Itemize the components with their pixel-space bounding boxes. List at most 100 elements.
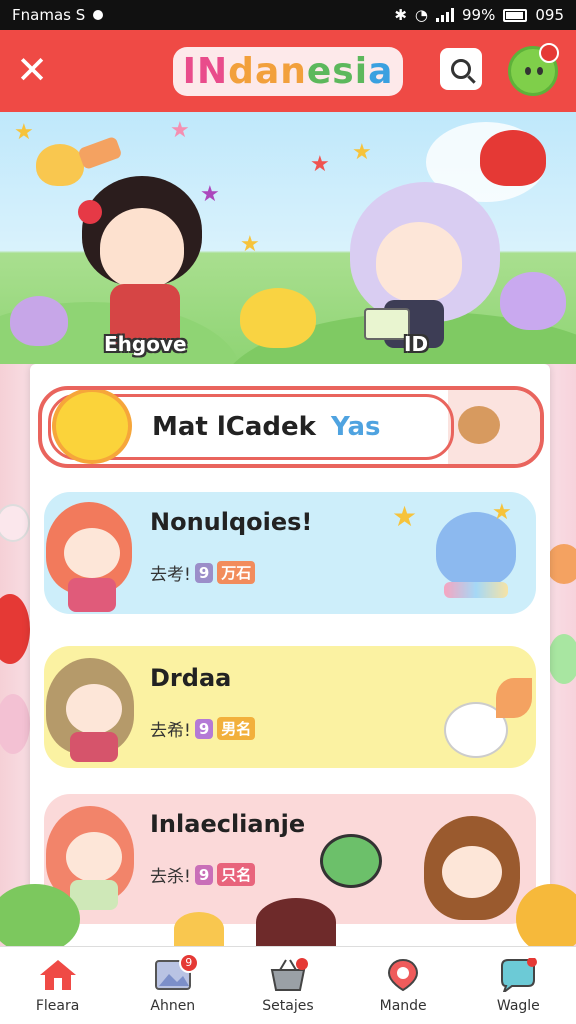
- clock: 095: [535, 6, 564, 24]
- card-meta: 去考! 9 万石: [150, 560, 256, 585]
- title-part: IN: [182, 50, 229, 92]
- star-icon: ★: [170, 118, 190, 143]
- chat-icon: [498, 956, 538, 995]
- battery-icon: [503, 8, 528, 22]
- star-icon: ★: [240, 232, 260, 257]
- nav-location[interactable]: Mande: [353, 947, 453, 1024]
- character-face: [442, 846, 502, 898]
- character-face: [66, 684, 122, 734]
- title-part: esi: [306, 50, 369, 92]
- nav-label: Ahnen: [150, 997, 196, 1014]
- wifi-icon: ◔: [414, 6, 429, 24]
- character-face: [64, 528, 120, 578]
- star-icon: ★: [492, 500, 512, 525]
- app-title: INdanesia: [172, 46, 404, 96]
- hair-bow-icon: [78, 200, 102, 224]
- banner-label-left: Ehgove: [104, 332, 187, 356]
- mascot-purple-cat-icon: [500, 272, 566, 330]
- mascot-bear-icon: [10, 296, 68, 346]
- signal-icon: [436, 8, 455, 22]
- close-icon[interactable]: ✕: [14, 51, 50, 89]
- search-button[interactable]: [440, 48, 482, 90]
- nav-chat[interactable]: Wagle: [468, 947, 568, 1024]
- notification-badge: 9: [178, 952, 199, 973]
- avatar[interactable]: [508, 43, 559, 96]
- mascot-yellow-icon: [36, 144, 84, 186]
- dog-mascot-icon: [458, 406, 500, 444]
- nav-label: Wagle: [496, 997, 540, 1014]
- status-left-text: Fnamas S: [12, 6, 86, 24]
- bluetooth-icon: ✱: [394, 6, 407, 24]
- search-icon: [451, 59, 471, 79]
- title-part: a: [368, 50, 394, 92]
- nav-gallery[interactable]: 9 Ahnen: [123, 947, 223, 1024]
- character-dress: [70, 880, 118, 910]
- card-tag: 男名: [217, 717, 256, 740]
- sun-mascot-icon: [56, 392, 128, 460]
- card-tag: 9: [194, 864, 214, 885]
- peek-character-icon: [256, 898, 336, 946]
- character-dress: [68, 578, 116, 612]
- list-panel: Mat lCadek Yas Nonulqoies! 去考! 9 万石 ★ ★: [30, 364, 550, 946]
- nav-basket[interactable]: Setajes: [238, 947, 338, 1024]
- title-part: dan: [228, 50, 307, 92]
- card-tag: 万石: [217, 561, 256, 584]
- card-meta-text: 去考!: [150, 565, 191, 585]
- side-decoration: [546, 544, 576, 584]
- leaf-icon: [496, 678, 532, 718]
- character-dress: [70, 732, 118, 762]
- side-decoration: [0, 504, 30, 542]
- card-tag: 9: [194, 562, 214, 583]
- bottom-navigation: Fleara 9 Ahnen Setajes Mande Wagle: [0, 946, 576, 1024]
- star-icon: ★: [310, 152, 330, 177]
- content-area: Mat lCadek Yas Nonulqoies! 去考! 9 万石 ★ ★: [0, 364, 576, 946]
- location-icon: [383, 958, 423, 992]
- star-icon: ★: [200, 182, 220, 207]
- featured-highlight: Yas: [331, 412, 381, 442]
- character-girl-face: [100, 208, 184, 288]
- card-tag: 只名: [217, 863, 256, 886]
- nav-label: Fleara: [35, 997, 80, 1014]
- nav-home[interactable]: Fleara: [8, 947, 108, 1024]
- card-meta-text: 去杀!: [150, 867, 191, 887]
- featured-title-text: Mat lCadek: [152, 412, 316, 442]
- card-meta-text: 去希!: [150, 721, 191, 741]
- card-tag: 9: [194, 718, 214, 739]
- basket-icon: [268, 957, 308, 992]
- side-decoration: [548, 634, 576, 684]
- side-decoration: [0, 694, 30, 754]
- star-icon: ★: [392, 500, 418, 533]
- list-item[interactable]: Drdaa 去希! 9 男名: [44, 646, 536, 768]
- card-title: Nonulqoies!: [150, 508, 313, 536]
- avatar-eye: [537, 67, 543, 75]
- mascot-cat-icon: [240, 288, 316, 348]
- notification-badge: [539, 43, 559, 63]
- card-meta: 去希! 9 男名: [150, 716, 256, 741]
- heart-mascot-icon: [480, 130, 546, 186]
- star-icon: ★: [352, 140, 372, 165]
- battery-percent: 99%: [462, 6, 496, 24]
- avatar-eye: [525, 67, 531, 75]
- banner-label-right: ID: [404, 332, 429, 356]
- app-header: ✕ INdanesia: [0, 30, 576, 112]
- character-lavender-face: [376, 222, 462, 302]
- green-blob-icon: [320, 834, 382, 888]
- nav-label: Setajes: [262, 997, 314, 1014]
- nav-label: Mande: [379, 997, 427, 1014]
- home-icon: [38, 958, 78, 992]
- wing-shape: [77, 135, 123, 171]
- star-icon: ★: [14, 120, 34, 145]
- status-bar: Fnamas S ✱ ◔ 99% 095: [0, 0, 576, 30]
- card-title: Drdaa: [150, 664, 232, 692]
- hero-banner[interactable]: ★ ★ ★ ★ ★ ★ Ehgove ID: [0, 112, 576, 364]
- card-title: Inlaeclianje: [150, 810, 306, 838]
- featured-title: Mat lCadek Yas: [152, 412, 381, 442]
- card-meta: 去杀! 9 只名: [150, 862, 256, 887]
- list-item[interactable]: Nonulqoies! 去考! 9 万石 ★ ★: [44, 492, 536, 614]
- peek-mascot-icon: [174, 912, 224, 946]
- featured-card[interactable]: Mat lCadek Yas: [38, 386, 544, 468]
- side-decoration: [0, 594, 30, 664]
- notification-dot-icon: [93, 10, 104, 20]
- rainbow-stripe: [444, 582, 508, 598]
- character-face: [66, 832, 122, 882]
